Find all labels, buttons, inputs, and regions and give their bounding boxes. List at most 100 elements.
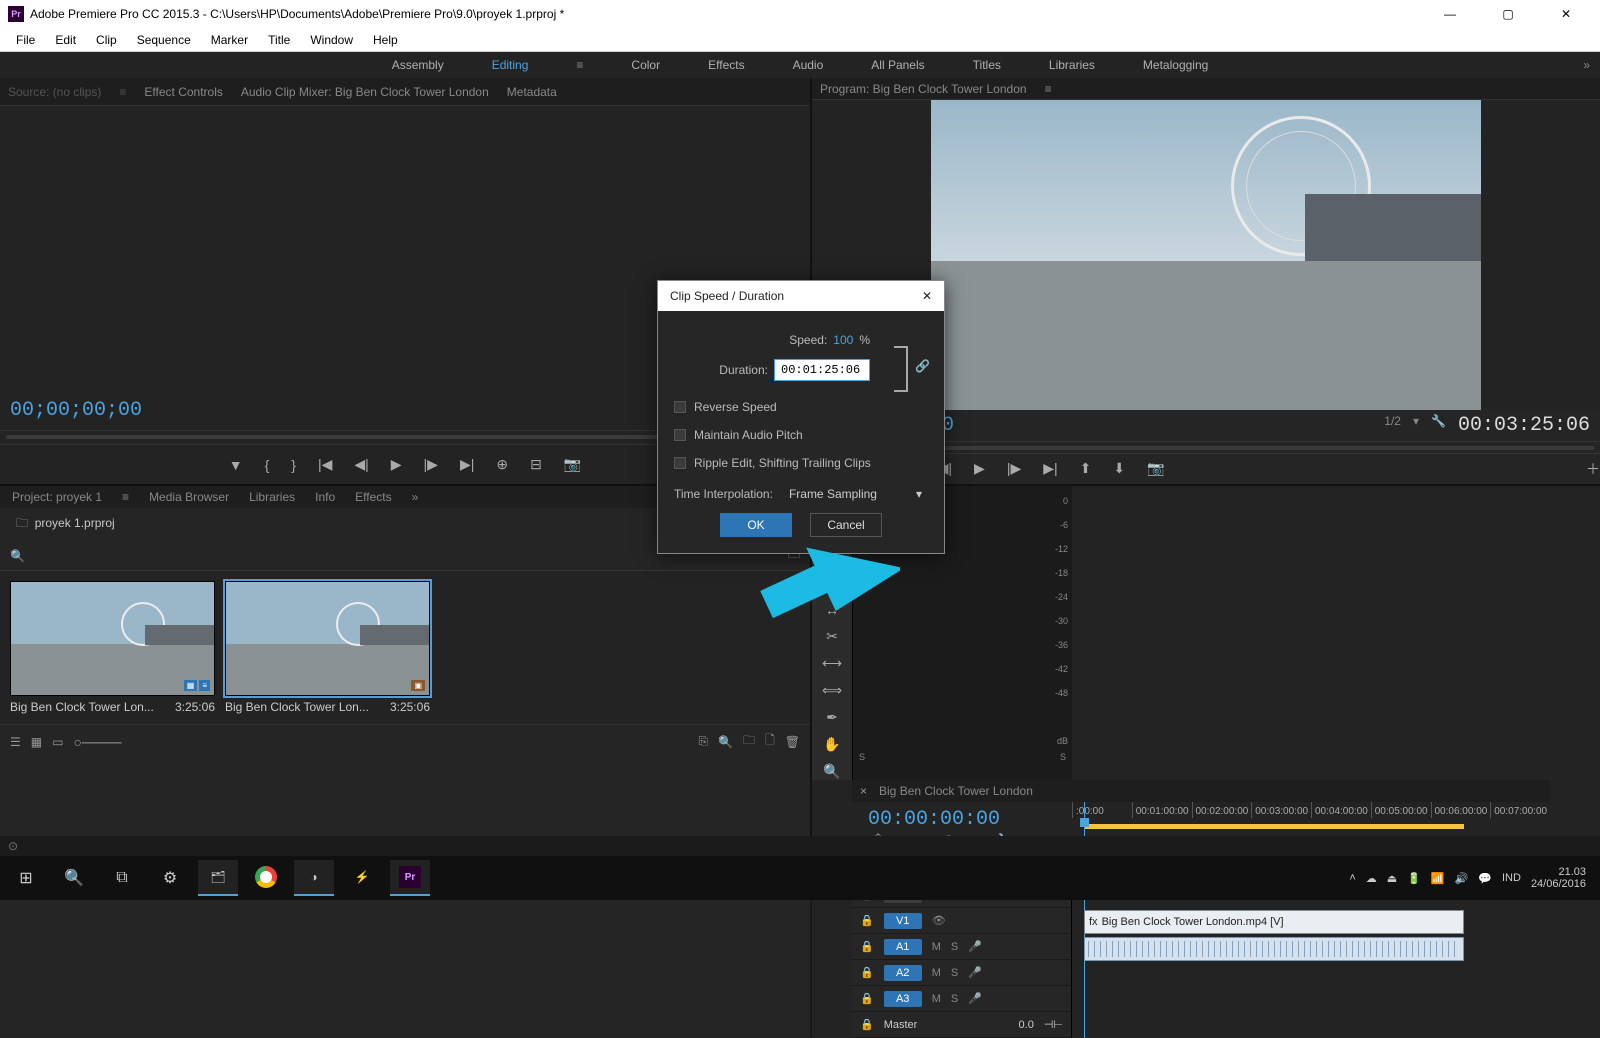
- tray-volume-icon[interactable]: 🔊: [1455, 872, 1469, 885]
- lock-icon[interactable]: 🔒: [860, 992, 874, 1005]
- wrench-icon[interactable]: 🔧: [1431, 414, 1446, 437]
- zoom-caret-icon[interactable]: ▾: [1413, 414, 1419, 437]
- razor-tool-icon[interactable]: ✂: [826, 628, 838, 645]
- slide-tool-icon[interactable]: ⟺: [822, 682, 842, 699]
- ws-libraries[interactable]: Libraries: [1045, 58, 1099, 72]
- voice-icon[interactable]: 🎤: [968, 940, 982, 953]
- ok-button[interactable]: OK: [720, 513, 792, 537]
- audio-clip[interactable]: [1084, 937, 1464, 961]
- app-3[interactable]: ⚡: [342, 860, 382, 896]
- tab-project[interactable]: Project: proyek 1: [12, 490, 102, 504]
- ws-metalogging[interactable]: Metalogging: [1139, 58, 1212, 72]
- chrome-app[interactable]: [246, 860, 286, 896]
- tab-effect-controls[interactable]: Effect Controls: [144, 85, 222, 99]
- tray-lang[interactable]: IND: [1502, 872, 1521, 884]
- tab-effects-panel[interactable]: Effects: [355, 490, 391, 504]
- maximize-button[interactable]: ▢: [1488, 3, 1528, 25]
- search-button[interactable]: 🔍: [54, 860, 94, 896]
- sequence-close-icon[interactable]: ×: [860, 784, 867, 798]
- find-icon[interactable]: 🔍: [718, 735, 733, 749]
- new-bin-icon[interactable]: 🗀: [743, 731, 755, 752]
- freeform-view-icon[interactable]: ▭: [52, 735, 63, 749]
- overwrite-icon[interactable]: ⊟: [530, 456, 542, 473]
- lock-icon[interactable]: 🔒: [860, 1018, 874, 1031]
- export-frame-icon[interactable]: 📷: [1147, 460, 1164, 477]
- timeline-timecode[interactable]: 00:00:00:00: [860, 806, 1064, 833]
- master-val[interactable]: 0.0: [1019, 1019, 1034, 1031]
- menu-title[interactable]: Title: [258, 33, 300, 47]
- voice-icon[interactable]: 🎤: [968, 966, 982, 979]
- hand-tool-icon[interactable]: ✋: [823, 736, 840, 753]
- solo-icon[interactable]: S: [951, 967, 958, 979]
- source-timecode[interactable]: 00;00;00;00: [10, 399, 142, 422]
- tab-source-menu[interactable]: ≡: [119, 85, 126, 99]
- goto-out-icon[interactable]: ▶|: [1043, 460, 1057, 477]
- interpolation-select[interactable]: Frame Sampling ▾: [783, 485, 928, 503]
- menu-sequence[interactable]: Sequence: [127, 33, 201, 47]
- sequence-tab[interactable]: Big Ben Clock Tower London: [879, 784, 1033, 798]
- premiere-app[interactable]: Pr: [390, 860, 430, 896]
- list-view-icon[interactable]: ☰: [10, 735, 21, 749]
- tab-libraries[interactable]: Libraries: [249, 490, 295, 504]
- close-button[interactable]: ✕: [1546, 3, 1586, 25]
- ws-titles[interactable]: Titles: [969, 58, 1005, 72]
- new-item-icon[interactable]: 🗋: [765, 731, 775, 752]
- rate-stretch-tool-icon[interactable]: ↔: [825, 602, 839, 618]
- start-button[interactable]: ⊞: [6, 860, 46, 896]
- tray-clock[interactable]: 21.03 24/06/2016: [1531, 866, 1586, 890]
- menu-marker[interactable]: Marker: [201, 33, 258, 47]
- search-icon[interactable]: 🔍: [10, 549, 25, 563]
- tab-project-menu[interactable]: ≡: [122, 490, 129, 504]
- lock-icon[interactable]: 🔒: [860, 966, 874, 979]
- ws-effects[interactable]: Effects: [704, 58, 748, 72]
- play-icon[interactable]: ▶: [391, 456, 402, 473]
- menu-file[interactable]: File: [6, 33, 45, 47]
- zoom-slider[interactable]: ○────: [73, 734, 121, 750]
- workspace-overflow[interactable]: »: [1583, 58, 1590, 72]
- tray-wifi-icon[interactable]: 📶: [1431, 872, 1445, 885]
- dialog-close-icon[interactable]: ✕: [922, 289, 932, 303]
- track-a2[interactable]: A2: [884, 965, 922, 981]
- track-master[interactable]: Master: [884, 1019, 918, 1031]
- video-clip[interactable]: fx Big Ben Clock Tower London.mp4 [V]: [1084, 910, 1464, 934]
- out-point-icon[interactable]: }: [291, 457, 296, 473]
- rolling-tool-icon[interactable]: ⇆: [826, 575, 838, 592]
- goto-in-icon[interactable]: |◀: [318, 456, 332, 473]
- eye-icon[interactable]: 👁: [932, 914, 946, 927]
- task-view-button[interactable]: ⧉: [102, 860, 142, 896]
- step-fwd-icon[interactable]: |▶: [424, 456, 438, 473]
- program-timecode-right[interactable]: 00:03:25:06: [1458, 414, 1590, 437]
- ws-editing-menu[interactable]: ≡: [572, 58, 587, 72]
- tab-info[interactable]: Info: [315, 490, 335, 504]
- app-2[interactable]: ◑: [294, 860, 334, 896]
- icon-view-icon[interactable]: ▦: [31, 735, 42, 749]
- bin-item-0[interactable]: ▦≡ Big Ben Clock Tower Lon...3:25:06: [10, 581, 215, 714]
- goto-out-icon[interactable]: ▶|: [460, 456, 474, 473]
- step-back-icon[interactable]: ◀|: [354, 456, 368, 473]
- settings-button[interactable]: ⚙: [150, 860, 190, 896]
- track-a1[interactable]: A1: [884, 939, 922, 955]
- tab-program-menu[interactable]: ≡: [1045, 82, 1052, 96]
- insert-icon[interactable]: ⊕: [496, 456, 508, 473]
- voice-icon[interactable]: 🎤: [968, 992, 982, 1005]
- program-monitor[interactable]: [931, 100, 1481, 410]
- marker-icon[interactable]: ▼: [229, 457, 243, 473]
- lock-icon[interactable]: 🔒: [860, 940, 874, 953]
- tab-metadata[interactable]: Metadata: [507, 85, 557, 99]
- play-icon[interactable]: ▶: [974, 460, 985, 477]
- tray-onedrive-icon[interactable]: ☁: [1366, 872, 1377, 885]
- ws-color[interactable]: Color: [627, 58, 664, 72]
- export-frame-icon[interactable]: 📷: [564, 456, 581, 473]
- tray-battery-icon[interactable]: 🔋: [1407, 872, 1421, 885]
- expand-icon[interactable]: ⊣⊢: [1044, 1018, 1063, 1031]
- lock-icon[interactable]: 🔒: [860, 914, 874, 927]
- tray-action-center-icon[interactable]: 💬: [1478, 872, 1492, 885]
- add-button-icon[interactable]: ＋: [1586, 459, 1600, 479]
- work-area-bar[interactable]: [1084, 824, 1464, 829]
- bin-item-1[interactable]: ▣ Big Ben Clock Tower Lon...3:25:06: [225, 581, 430, 714]
- reverse-checkbox[interactable]: [674, 401, 686, 413]
- track-a3[interactable]: A3: [884, 991, 922, 1007]
- menu-help[interactable]: Help: [363, 33, 408, 47]
- tab-audio-mixer[interactable]: Audio Clip Mixer: Big Ben Clock Tower Lo…: [241, 85, 489, 99]
- mute-icon[interactable]: M: [932, 993, 941, 1005]
